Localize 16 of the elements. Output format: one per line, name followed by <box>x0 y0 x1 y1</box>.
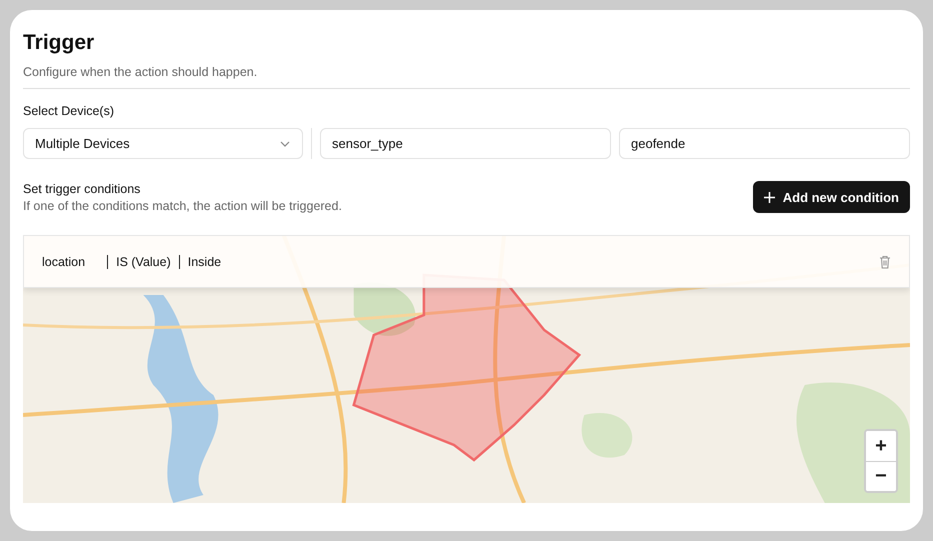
plus-icon <box>764 192 775 202</box>
conditions-hint: If one of the conditions match, the action will be triggered. <box>23 198 342 212</box>
zoom-out-button[interactable]: − <box>866 461 896 491</box>
section-description: Configure when the action should happen. <box>23 65 258 79</box>
condition-operator: IS (Value) <box>107 254 179 268</box>
condition-value: Inside <box>178 254 230 268</box>
section-title: Trigger <box>23 31 96 55</box>
trash-icon[interactable] <box>879 254 891 268</box>
add-condition-button[interactable]: Add new condition <box>752 181 910 213</box>
input-field[interactable]: geofende <box>619 128 910 159</box>
device-select[interactable]: Multiple Devices <box>23 128 303 159</box>
condition-field: location <box>42 254 86 268</box>
conditions-title: Set trigger conditions <box>23 182 142 196</box>
chevron-down-icon <box>280 140 290 146</box>
input-field[interactable]: sensor_type <box>320 128 611 159</box>
field-label: Select Device(s) <box>23 104 115 118</box>
